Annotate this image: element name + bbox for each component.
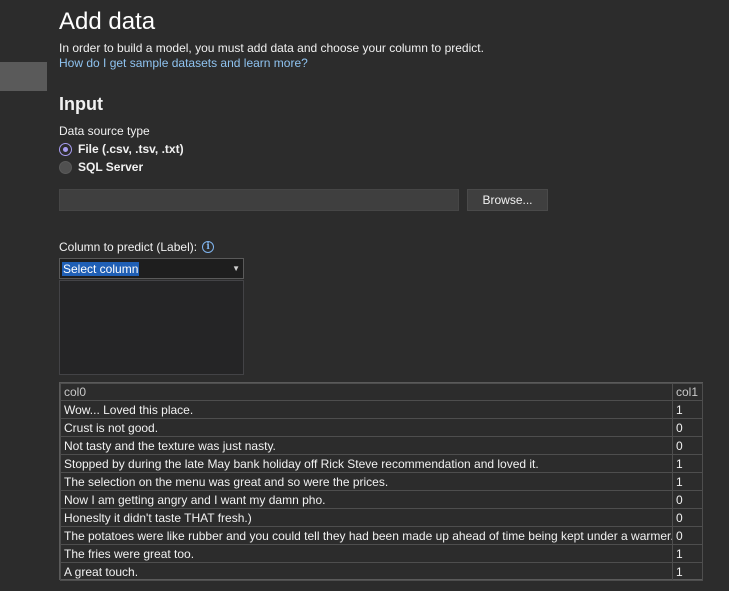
table-row[interactable]: The selection on the menu was great and … (60, 472, 703, 491)
table-cell-text: Now I am getting angry and I want my dam… (60, 490, 673, 509)
table-cell-label: 0 (672, 526, 703, 545)
table-cell-label: 1 (672, 544, 703, 563)
radio-sql-server-label: SQL Server (78, 160, 144, 174)
table-row[interactable]: Not tasty and the texture was just nasty… (60, 436, 703, 455)
table-cell-text: The potatoes were like rubber and you co… (60, 526, 673, 545)
table-cell-label: 0 (672, 436, 703, 455)
radio-file-option[interactable]: File (.csv, .tsv, .txt) (59, 141, 184, 157)
table-cell-label: 0 (672, 490, 703, 509)
table-cell-text: Wow... Loved this place. (60, 400, 673, 419)
radio-checked-icon[interactable] (59, 142, 72, 156)
data-preview-table: col0 col1 Wow... Loved this place. 1 Cru… (60, 383, 703, 581)
table-cell-label: 1 (672, 400, 703, 419)
table-cell-label: 1 (672, 562, 703, 581)
column-to-predict-label-row: Column to predict (Label): i (59, 240, 215, 254)
info-icon[interactable]: i (202, 241, 215, 253)
chevron-down-icon[interactable]: ▼ (232, 264, 240, 273)
radio-sql-server-option[interactable]: SQL Server (59, 159, 143, 175)
radio-unchecked-icon[interactable] (59, 160, 72, 174)
data-source-type-label: Data source type (59, 124, 150, 138)
page-description: In order to build a model, you must add … (59, 41, 484, 55)
collapsed-panel-tab[interactable] (0, 62, 47, 91)
table-row[interactable]: A great touch. 1 (60, 562, 703, 581)
column-dropdown-list[interactable] (59, 280, 244, 375)
table-cell-label: 1 (672, 472, 703, 491)
radio-file-label: File (.csv, .tsv, .txt) (78, 142, 184, 156)
table-header-row: col0 col1 (60, 383, 703, 401)
table-cell-text: The fries were great too. (60, 544, 673, 563)
table-cell-text: A great touch. (60, 562, 673, 581)
page-title: Add data (59, 8, 156, 35)
table-row[interactable]: The potatoes were like rubber and you co… (60, 526, 703, 545)
column-select-value: Select column (62, 262, 140, 276)
file-path-input[interactable] (59, 189, 459, 211)
table-cell-label: 0 (672, 418, 703, 437)
data-preview-grid[interactable]: col0 col1 Wow... Loved this place. 1 Cru… (59, 382, 703, 581)
column-header-col0[interactable]: col0 (60, 383, 673, 401)
table-cell-text: Crust is not good. (60, 418, 673, 437)
table-cell-label: 1 (672, 454, 703, 473)
table-row[interactable]: The fries were great too. 1 (60, 544, 703, 563)
browse-button[interactable]: Browse... (467, 189, 548, 211)
input-section-title: Input (59, 94, 103, 114)
table-row[interactable]: Stopped by during the late May bank holi… (60, 454, 703, 473)
table-cell-label: 0 (672, 508, 703, 527)
column-header-col1[interactable]: col1 (672, 383, 703, 401)
column-select[interactable]: Select column ▼ (59, 258, 244, 279)
column-to-predict-label: Column to predict (Label): (59, 240, 198, 254)
table-row[interactable]: Wow... Loved this place. 1 (60, 400, 703, 419)
sample-datasets-link[interactable]: How do I get sample datasets and learn m… (59, 56, 308, 70)
table-cell-text: The selection on the menu was great and … (60, 472, 673, 491)
table-row[interactable]: Crust is not good. 0 (60, 418, 703, 437)
table-cell-text: Stopped by during the late May bank holi… (60, 454, 673, 473)
table-cell-text: Not tasty and the texture was just nasty… (60, 436, 673, 455)
table-row[interactable]: Honeslty it didn't taste THAT fresh.) 0 (60, 508, 703, 527)
table-row[interactable]: Now I am getting angry and I want my dam… (60, 490, 703, 509)
table-cell-text: Honeslty it didn't taste THAT fresh.) (60, 508, 673, 527)
